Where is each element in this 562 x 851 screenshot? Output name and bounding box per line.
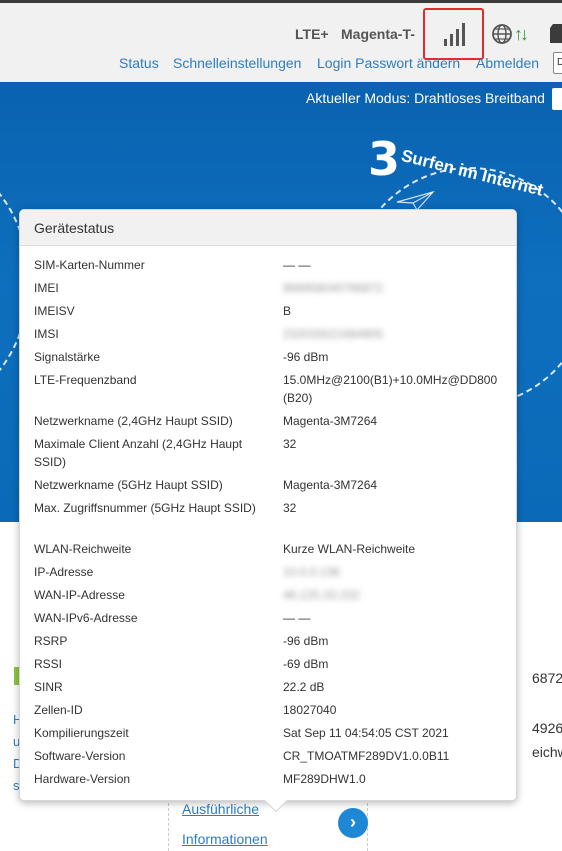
details-arrow-button[interactable]: › [338,808,368,838]
status-value: 32 [283,437,297,451]
mode-select[interactable] [552,88,562,110]
language-select[interactable]: D [553,52,562,74]
status-value: Kurze WLAN-Reichweite [283,542,416,556]
top-header: LTE+ Magenta-T- ↑↓ Status Schnelleinstel… [0,0,562,82]
status-value: 232033021684805 [283,327,384,341]
details-link-line1[interactable]: Ausführliche [182,801,259,817]
status-value: Magenta-3M7264 [283,414,378,428]
right-value: 6872 [532,670,562,686]
nav-change-password[interactable]: Login Passwort ändern [317,55,460,71]
status-value: 46.125.33.232 [283,588,360,602]
status-key: SIM-Karten-Nummer [34,258,145,272]
status-key: IMSI [34,327,59,341]
device-status-popup: Gerätestatus SIM-Karten-Nummer — — IMEI 866… [19,209,517,813]
status-key: Max. Zugriffsnummer (5GHz Haupt SSID) [34,501,256,515]
status-key: Netzwerkname (2,4GHz Haupt SSID) [34,414,233,428]
status-value: 10.0.0.138 [283,565,340,579]
status-key: WLAN-Reichweite [34,542,132,556]
status-key: Software-Version [34,749,126,763]
network-type-label: LTE+ [295,26,329,42]
globe-icon[interactable] [491,23,513,45]
status-value: -96 dBm [283,634,329,648]
status-key: WAN-IPv6-Adresse [34,611,138,625]
status-value: Sat Sep 11 04:54:05 CST 2021 [283,726,449,740]
status-key: IP-Adresse [34,565,94,579]
status-value: 15.0MHz@2100(B1)+10.0MHz@DD800 (B20) [283,373,498,405]
status-value: -96 dBm [283,350,329,364]
step-number: 3 [368,132,401,186]
nav-quick-settings[interactable]: Schnelleinstellungen [173,55,301,71]
status-value: MF289DHW1.0 [283,772,366,786]
nav-status[interactable]: Status [119,55,159,71]
nav-logout[interactable]: Abmelden [476,55,539,71]
status-value: 866958040766872 [283,281,384,295]
status-key: IMEISV [34,304,75,318]
status-key: RSRP [34,634,68,648]
status-value: — — [283,258,311,272]
data-transfer-icon: ↑↓ [514,24,529,44]
provider-label: Magenta-T- [341,26,415,42]
status-value: B [283,304,292,318]
status-key: Kompilierungszeit [34,726,129,740]
status-value: CR_TMOATMF289DV1.0.0B11 [283,749,450,763]
popup-title: Gerätestatus [20,210,516,246]
status-value: 32 [283,501,297,515]
signal-strength-indicator[interactable] [423,8,484,60]
status-key: RSSI [34,657,63,671]
status-key: Hardware-Version [34,772,131,786]
status-value: — — [283,611,311,625]
right-value: eichwe [532,744,562,760]
status-value: 18027040 [283,703,337,717]
status-value: -69 dBm [283,657,329,671]
signal-bars-icon [444,23,468,46]
status-key: Maximale Client Anzahl (2,4GHz Haupt SSI… [34,437,243,469]
status-key: WAN-IP-Adresse [34,588,125,602]
right-value: 4926 [532,720,562,736]
status-key: Zellen-ID [34,703,83,717]
status-key: SINR [34,680,63,694]
current-mode-label: Aktueller Modus: Drahtloses Breitband [306,90,545,106]
status-value: 22.2 dB [283,680,325,694]
status-key: IMEI [34,281,59,295]
status-key: Netzwerkname (5GHz Haupt SSID) [34,478,223,492]
details-link-line2[interactable]: Informationen [182,831,268,847]
status-key: LTE-Frequenzband [34,373,137,387]
status-value: Magenta-3M7264 [283,478,378,492]
sim-card-icon[interactable] [549,23,562,43]
status-key: Signalstärke [34,350,101,364]
